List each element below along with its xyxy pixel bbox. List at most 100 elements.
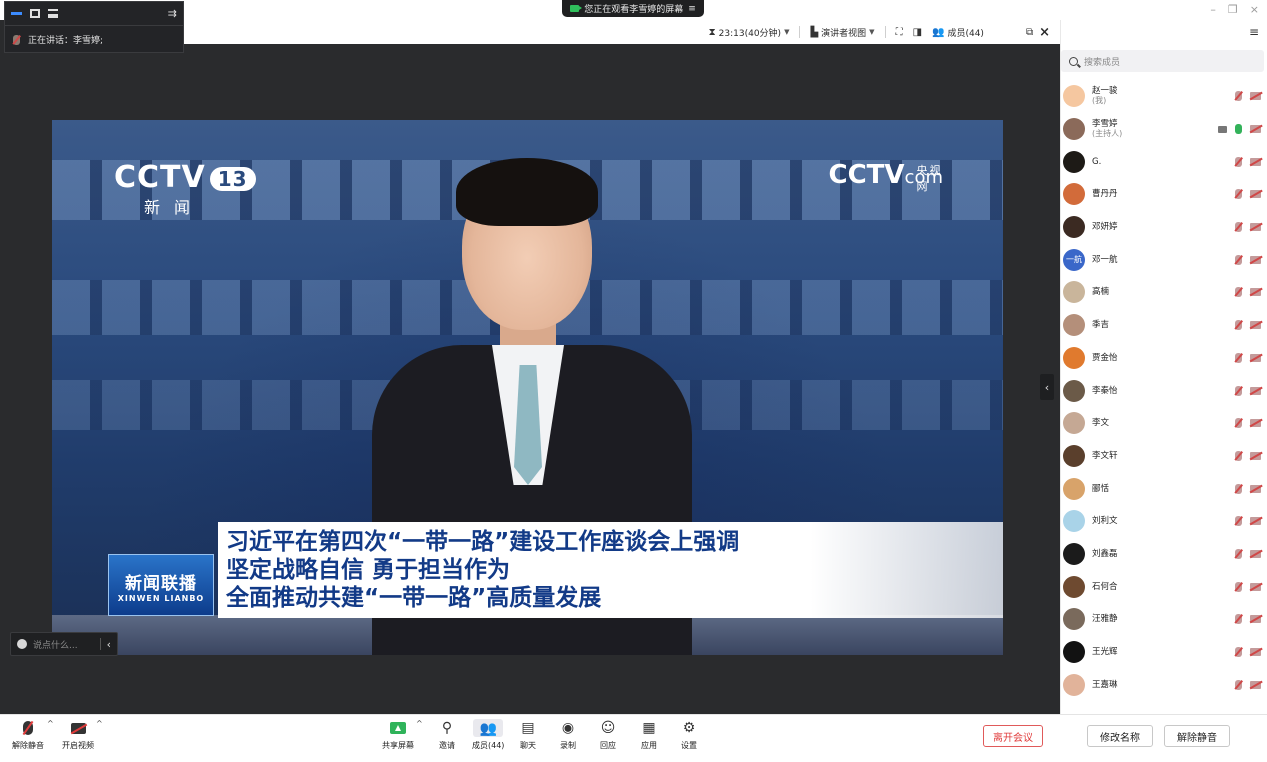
- menu-icon[interactable]: ≡: [1249, 25, 1259, 39]
- member-row[interactable]: 李文轩: [1061, 440, 1267, 473]
- member-row[interactable]: 刘鑫磊: [1061, 538, 1267, 571]
- settings-button[interactable]: ⚙ 设置: [681, 719, 697, 751]
- apps-button[interactable]: ▦ 应用: [641, 719, 657, 751]
- record-button[interactable]: ◉ 录制: [560, 719, 576, 751]
- mic-off-icon[interactable]: [1235, 483, 1242, 494]
- mic-off-icon[interactable]: [1235, 156, 1242, 167]
- video-off-icon[interactable]: [1250, 288, 1261, 297]
- toolbar-divider: [884, 26, 886, 38]
- video-off-icon[interactable]: [1250, 321, 1261, 330]
- member-row[interactable]: G.: [1061, 145, 1267, 178]
- leave-meeting-button[interactable]: 离开会议: [983, 725, 1043, 747]
- mic-off-icon[interactable]: [1235, 516, 1242, 527]
- members-button[interactable]: 👥 成员(44): [472, 719, 504, 751]
- share-screen-button[interactable]: 共享屏幕: [382, 719, 414, 751]
- reaction-button[interactable]: ☺ 回应: [600, 719, 616, 751]
- member-search-input[interactable]: 搜索成员: [1061, 50, 1264, 72]
- video-off-icon[interactable]: [1250, 484, 1261, 493]
- member-row[interactable]: 李秦怡: [1061, 374, 1267, 407]
- popout-icon[interactable]: ⧉: [1026, 27, 1033, 38]
- video-off-icon[interactable]: [1250, 517, 1261, 526]
- start-video-button[interactable]: 开启视频: [62, 719, 94, 751]
- collapse-panel-icon[interactable]: ⇉: [168, 7, 177, 20]
- video-off-icon[interactable]: [1250, 125, 1261, 134]
- mic-on-icon[interactable]: [1235, 124, 1242, 135]
- video-off-icon[interactable]: [1250, 255, 1261, 264]
- mic-off-icon[interactable]: [1235, 385, 1242, 396]
- fullscreen-icon[interactable]: ⛶: [896, 27, 903, 38]
- video-off-icon[interactable]: [1250, 582, 1261, 591]
- minimize-panel-icon[interactable]: [11, 12, 22, 15]
- avatar: [1063, 118, 1085, 141]
- chevron-up-icon[interactable]: ^: [96, 719, 103, 728]
- collapse-members-panel[interactable]: ‹: [1040, 374, 1054, 400]
- close-members-icon[interactable]: ×: [1039, 25, 1050, 40]
- video-off-icon[interactable]: [1250, 648, 1261, 657]
- member-row[interactable]: 邓妍婷: [1061, 211, 1267, 244]
- member-row[interactable]: 郦恬: [1061, 472, 1267, 505]
- mic-off-icon[interactable]: [1235, 189, 1242, 200]
- video-off-icon[interactable]: [1250, 353, 1261, 362]
- video-off-icon[interactable]: [1250, 386, 1261, 395]
- member-row[interactable]: 曹丹丹: [1061, 178, 1267, 211]
- member-row[interactable]: 李雪婷 (主持人): [1061, 113, 1267, 146]
- member-row[interactable]: 高楠: [1061, 276, 1267, 309]
- mic-off-icon[interactable]: [1235, 647, 1242, 658]
- mic-off-icon[interactable]: [1235, 222, 1242, 233]
- unmute-button[interactable]: 解除静音: [12, 719, 44, 751]
- restore-icon[interactable]: ❐: [1228, 3, 1238, 16]
- member-row[interactable]: 贾金怡: [1061, 342, 1267, 375]
- mic-off-icon[interactable]: [1235, 548, 1242, 559]
- share-menu-icon[interactable]: ≡: [688, 4, 696, 14]
- invite-button[interactable]: ⚲ 邀请: [439, 719, 455, 751]
- member-row[interactable]: 汪雅静: [1061, 603, 1267, 636]
- chevron-up-icon[interactable]: ^: [47, 719, 54, 728]
- chevron-up-icon[interactable]: ^: [416, 719, 423, 728]
- video-off-icon[interactable]: [1250, 549, 1261, 558]
- mic-off-icon[interactable]: [1235, 581, 1242, 592]
- member-row[interactable]: 赵一骏 (我): [1061, 80, 1267, 113]
- mic-off-icon[interactable]: [1235, 679, 1242, 690]
- member-info: 郦恬: [1092, 484, 1109, 494]
- member-row[interactable]: 一航 邓一航: [1061, 243, 1267, 276]
- chat-icon: ▤: [521, 720, 535, 736]
- members-toggle[interactable]: 👥 成员(44): [932, 26, 984, 39]
- sidebar-toggle-icon[interactable]: ◨: [913, 27, 922, 38]
- minimize-icon[interactable]: –: [1210, 3, 1216, 16]
- member-info: 李文: [1092, 418, 1109, 428]
- member-row[interactable]: 王嘉琳: [1061, 668, 1267, 701]
- list-mode-icon[interactable]: [48, 9, 58, 18]
- emoji-icon[interactable]: [17, 639, 27, 649]
- video-off-icon[interactable]: [1250, 615, 1261, 624]
- mic-off-icon[interactable]: [1235, 352, 1242, 363]
- mic-off-icon[interactable]: [1235, 91, 1242, 102]
- mic-off-icon[interactable]: [1235, 418, 1242, 429]
- chat-button[interactable]: ▤ 聊天: [520, 719, 536, 751]
- member-row[interactable]: 李文: [1061, 407, 1267, 440]
- member-row[interactable]: 季吉: [1061, 309, 1267, 342]
- mic-off-icon[interactable]: [1235, 254, 1242, 265]
- screen-share-notice[interactable]: 您正在观看李雪婷的屏幕 ≡: [562, 0, 704, 17]
- window-mode-icon[interactable]: [30, 9, 40, 18]
- mic-off-icon[interactable]: [1235, 614, 1242, 625]
- rename-button[interactable]: 修改名称: [1087, 725, 1153, 747]
- close-icon[interactable]: ×: [1250, 3, 1259, 16]
- member-row[interactable]: 王光辉: [1061, 636, 1267, 669]
- video-off-icon[interactable]: [1250, 190, 1261, 199]
- meeting-timer[interactable]: ⧗ 23:13(40分钟) ▼: [709, 26, 790, 39]
- member-row[interactable]: 刘利文: [1061, 505, 1267, 538]
- chevron-left-icon[interactable]: ‹: [107, 638, 111, 651]
- video-off-icon[interactable]: [1250, 157, 1261, 166]
- video-off-icon[interactable]: [1250, 92, 1261, 101]
- mic-off-icon[interactable]: [1235, 320, 1242, 331]
- member-row[interactable]: 石何合: [1061, 570, 1267, 603]
- unmute-all-button[interactable]: 解除静音: [1164, 725, 1230, 747]
- video-off-icon[interactable]: [1250, 223, 1261, 232]
- video-off-icon[interactable]: [1250, 419, 1261, 428]
- mic-off-icon[interactable]: [1235, 287, 1242, 298]
- video-off-icon[interactable]: [1250, 680, 1261, 689]
- chat-input[interactable]: 说点什么... ‹: [10, 632, 118, 656]
- video-off-icon[interactable]: [1250, 451, 1261, 460]
- mic-off-icon[interactable]: [1235, 450, 1242, 461]
- view-mode-dropdown[interactable]: ▙ 演讲者视图 ▼: [810, 26, 874, 39]
